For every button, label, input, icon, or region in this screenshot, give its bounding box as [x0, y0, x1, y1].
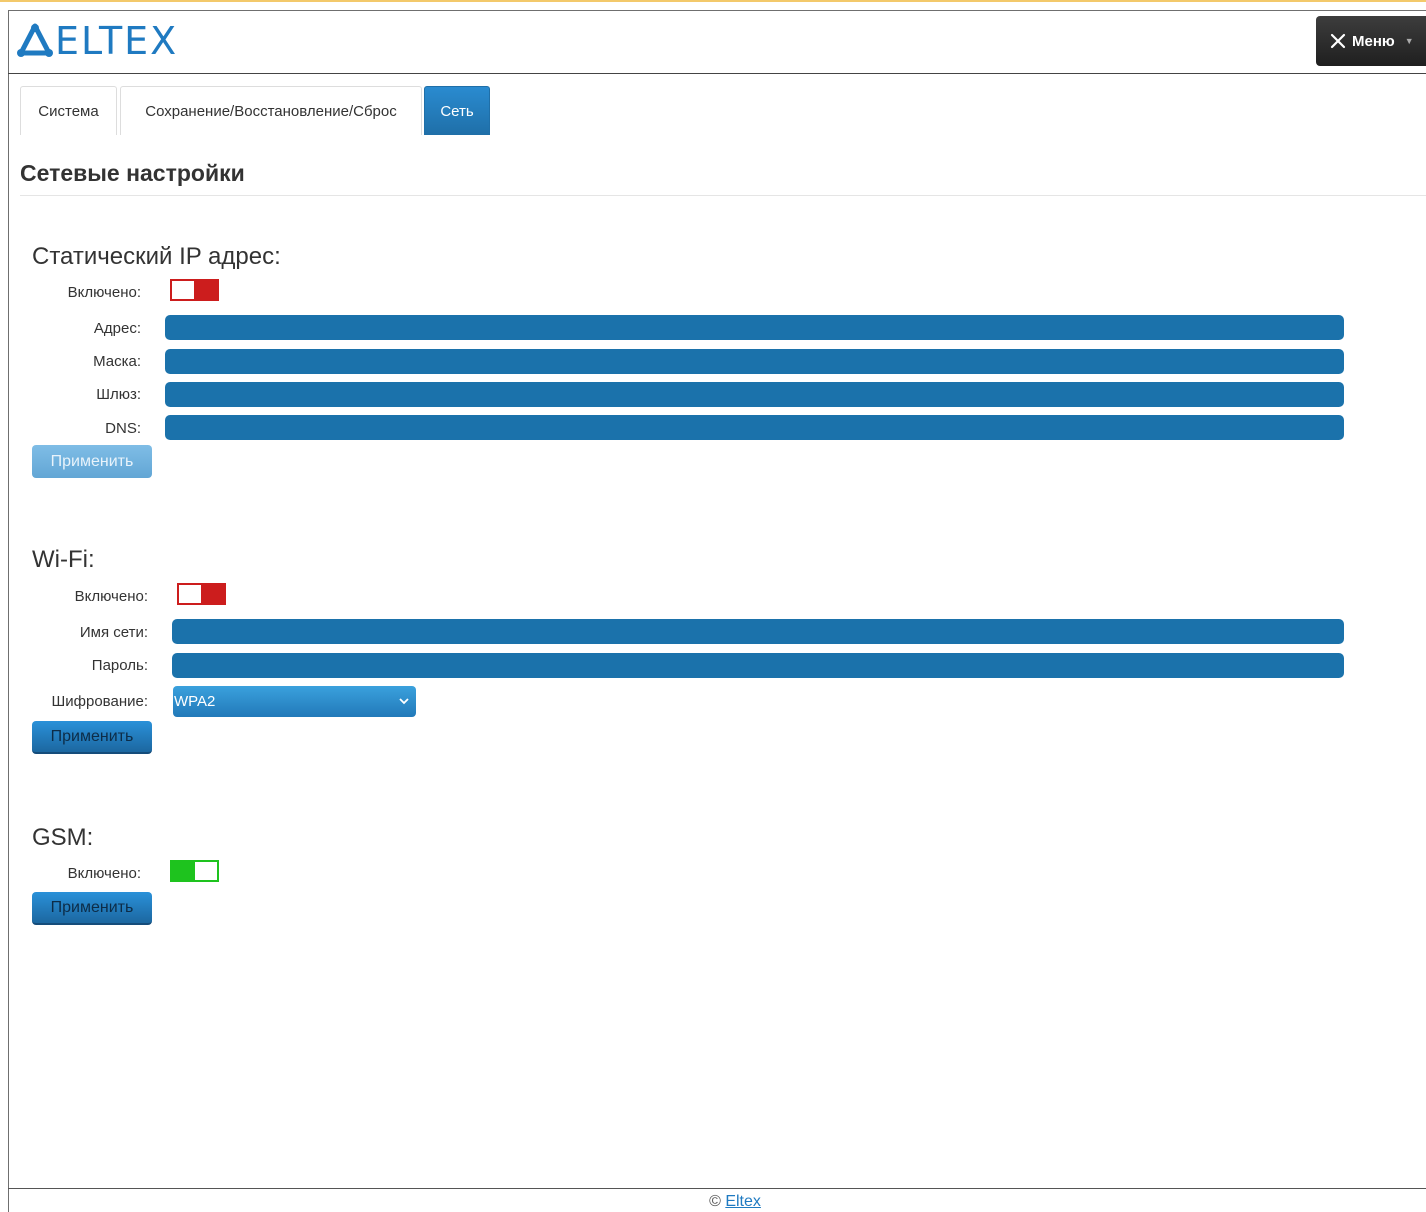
logo-text: ELTEX [55, 19, 179, 63]
gsm-title: GSM: [32, 824, 94, 851]
tab-label: Сеть [440, 102, 474, 120]
footer: © Eltex [0, 1193, 1426, 1211]
static-ip-enabled-toggle[interactable] [170, 279, 219, 301]
password-input[interactable] [172, 653, 1344, 678]
eltex-link[interactable]: Eltex [725, 1193, 761, 1210]
footer-divider [8, 1188, 1426, 1189]
menu-button[interactable]: Меню ▼ [1316, 16, 1426, 66]
tab-network[interactable]: Сеть [424, 86, 490, 135]
mask-input[interactable] [165, 349, 1344, 374]
address-label: Адрес: [93, 320, 141, 337]
menu-label: Меню [1352, 32, 1395, 50]
tools-icon [1330, 33, 1346, 49]
logo: ELTEX [17, 21, 178, 61]
static-ip-apply-button[interactable]: Применить [32, 445, 152, 478]
top-strip [0, 0, 1426, 2]
dns-input[interactable] [165, 415, 1344, 440]
chevron-down-icon: ▼ [1404, 36, 1414, 46]
gateway-label: Шлюз: [96, 386, 141, 403]
header: ELTEX Меню ▼ [8, 10, 1426, 74]
tab-label: Сохранение/Восстановление/Сброс [145, 102, 397, 120]
wifi-apply-button[interactable]: Применить [32, 721, 152, 754]
dns-label: DNS: [105, 420, 141, 437]
static-ip-title: Статический IP адрес: [32, 243, 281, 270]
eltex-logo-icon [17, 23, 53, 57]
gateway-input[interactable] [165, 382, 1344, 407]
mask-label: Маска: [93, 353, 141, 370]
password-label: Пароль: [91, 657, 148, 674]
tab-label: Система [38, 102, 99, 120]
copyright-symbol: © [709, 1193, 721, 1210]
tab-backup-restore-reset[interactable]: Сохранение/Восстановление/Сброс [120, 86, 422, 135]
address-input[interactable] [165, 315, 1344, 340]
gsm-enabled-toggle[interactable] [170, 860, 219, 882]
ssid-input[interactable] [172, 619, 1344, 644]
encryption-label: Шифрование: [51, 693, 148, 710]
wifi-enabled-label: Включено: [74, 588, 148, 605]
page-title: Сетевые настройки [20, 160, 1426, 196]
chevron-down-icon [399, 698, 409, 705]
tab-system[interactable]: Система [20, 86, 117, 135]
wifi-enabled-toggle[interactable] [177, 583, 226, 605]
gsm-enabled-label: Включено: [67, 865, 141, 882]
static-ip-enabled-label: Включено: [67, 284, 141, 301]
ssid-label: Имя сети: [79, 624, 148, 641]
encryption-select[interactable]: WPA2 [173, 686, 416, 717]
encryption-value: WPA2 [174, 693, 216, 710]
gsm-apply-button[interactable]: Применить [32, 892, 152, 925]
wifi-title: Wi-Fi: [32, 546, 95, 573]
